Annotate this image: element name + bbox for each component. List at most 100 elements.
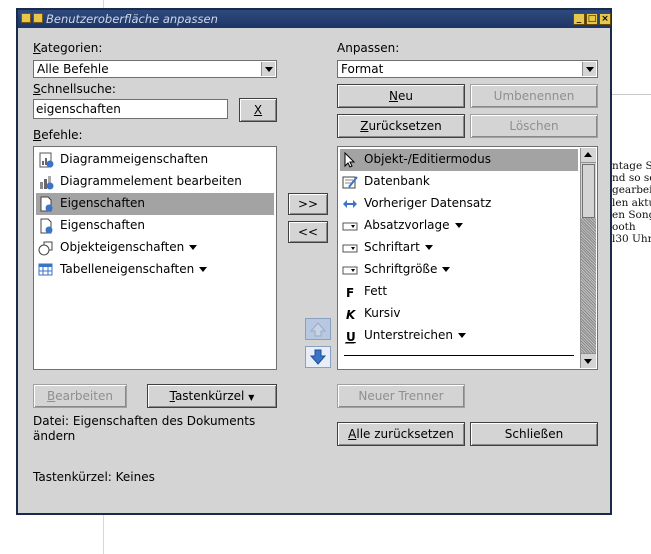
customize-label: Anpassen: [337,41,400,55]
edit-button-label: earbeiten [55,389,113,403]
minimize-icon[interactable]: _ [573,13,585,25]
arrow-down-icon [309,349,327,365]
edit-button[interactable]: Bearbeiten [33,384,127,408]
chevron-down-icon[interactable] [582,62,596,76]
list-item-label: Diagrammeigenschaften [60,152,209,166]
title-bar[interactable]: Benutzeroberfläche anpassen _ □ × [18,10,611,28]
quicksearch-label-text: chnellsuche: [40,82,116,96]
new-separator-button[interactable]: Neuer Trenner [337,384,465,408]
dropdown-arrow-icon [442,267,451,272]
combo-icon [342,240,358,256]
app-icon [33,13,43,23]
list-item-label: Fett [364,284,388,298]
list-item[interactable]: K Kursiv [340,303,578,325]
svg-text:U: U [346,330,356,344]
file-info-text: Datei: Eigenschaften des Dokuments änder… [33,414,256,443]
chart-properties-icon [38,152,54,168]
list-item-label: Diagrammelement bearbeiten [60,174,242,188]
remove-command-button[interactable]: << [288,221,328,243]
categories-select[interactable]: Alle Befehle [33,60,277,78]
shortcut-button-label: astenkürzel [174,389,245,403]
delete-button[interactable]: Löschen [470,114,598,138]
clear-search-label: X [253,103,263,117]
list-item-label: Schriftart [364,240,433,254]
reset-all-button[interactable]: Alle zurücksetzen [337,422,465,446]
move-up-button[interactable] [305,318,331,340]
scroll-down-icon[interactable] [581,353,596,368]
list-item[interactable]: F Fett [340,281,578,303]
chevron-down-icon[interactable] [261,62,275,76]
list-item[interactable]: Diagrammelement bearbeiten [36,171,274,193]
list-item[interactable]: Objekt-/Editiermodus [340,149,578,171]
list-item-label: Absatzvorlage [364,218,463,232]
quicksearch-label: Schnellsuche: [33,82,116,96]
commands-label: Befehle: [33,128,83,142]
categories-value: Alle Befehle [37,62,109,76]
background-text: ntage So nd so sc gearbei len aktu en So… [612,160,651,246]
clear-search-button[interactable]: X [239,98,277,122]
list-item[interactable]: Eigenschaften [36,193,274,215]
document-properties-icon [38,196,54,212]
shortcut-button[interactable]: Tastenkürzel ▼ [147,384,277,408]
dropdown-arrow-icon [457,333,466,338]
page-ruler-line [612,94,651,95]
chevron-down-icon: ▼ [248,393,255,402]
close-button[interactable]: Schließen [470,422,598,446]
scroll-thumb[interactable] [582,164,595,218]
list-item[interactable]: Schriftgröße [340,259,578,281]
arrow-up-icon [309,322,327,337]
combo-icon [342,218,358,234]
add-command-button[interactable]: >> [288,193,328,215]
reset-button[interactable]: Zurücksetzen [337,114,465,138]
scroll-track[interactable] [581,218,596,353]
maximize-icon[interactable]: □ [586,13,598,25]
commands-label-text: efehle: [41,128,83,142]
reset-all-button-label: lle zurücksetzen [356,427,454,441]
window-menu-icon[interactable] [21,13,31,23]
svg-text:F: F [346,286,354,300]
list-item-label: Schriftgröße [364,262,451,276]
object-properties-icon [38,240,54,256]
dropdown-arrow-icon [424,245,433,250]
move-down-button[interactable] [305,346,331,368]
list-item[interactable]: Tabelleneigenschaften [36,259,274,281]
list-item-label: Vorheriger Datensatz [364,196,492,210]
toolbar-items-list[interactable]: Objekt-/Editiermodus Datenbank Vorheriger … [337,146,598,370]
table-properties-icon [38,262,54,278]
list-item-label: Eigenschaften [60,218,146,232]
double-arrow-icon [342,196,358,212]
quicksearch-field[interactable] [34,100,227,118]
commands-list[interactable]: Diagrammeigenschaften Diagrammelement bea… [33,146,277,370]
list-item-label: Objekteigenschaften [60,240,198,254]
categories-label: Kategorien: [33,41,103,55]
window-title: Benutzeroberfläche anpassen [46,12,218,26]
reset-button-label: urücksetzen [368,119,442,133]
underline-icon: U [342,328,358,344]
database-icon [342,174,358,190]
customize-dialog: Benutzeroberfläche anpassen _ □ × Katego… [16,8,612,515]
list-item[interactable]: Vorheriger Datensatz [340,193,578,215]
items-scrollbar[interactable] [580,148,596,368]
quicksearch-input[interactable] [33,99,228,119]
close-icon[interactable]: × [599,13,611,25]
list-item[interactable]: Diagrammeigenschaften [36,149,274,171]
customize-select[interactable]: Format [337,60,598,78]
list-item[interactable]: Objekteigenschaften [36,237,274,259]
scroll-up-icon[interactable] [581,148,596,163]
dropdown-arrow-icon [189,245,198,250]
customize-value: Format [341,62,384,76]
list-item[interactable]: Datenbank [340,171,578,193]
list-item[interactable]: Schriftart [340,237,578,259]
italic-icon: K [342,306,358,322]
new-button[interactable]: Neu [337,84,465,108]
dropdown-arrow-icon [454,223,463,228]
chart-element-icon [38,174,54,190]
shortcut-info-text: Tastenkürzel: Keines [33,470,155,484]
dropdown-arrow-icon [199,267,208,272]
separator-line [344,355,574,356]
combo-icon [342,262,358,278]
list-item[interactable]: U Unterstreichen [340,325,578,347]
list-item[interactable]: Eigenschaften [36,215,274,237]
list-item[interactable]: Absatzvorlage [340,215,578,237]
rename-button[interactable]: Umbenennen [470,84,598,108]
